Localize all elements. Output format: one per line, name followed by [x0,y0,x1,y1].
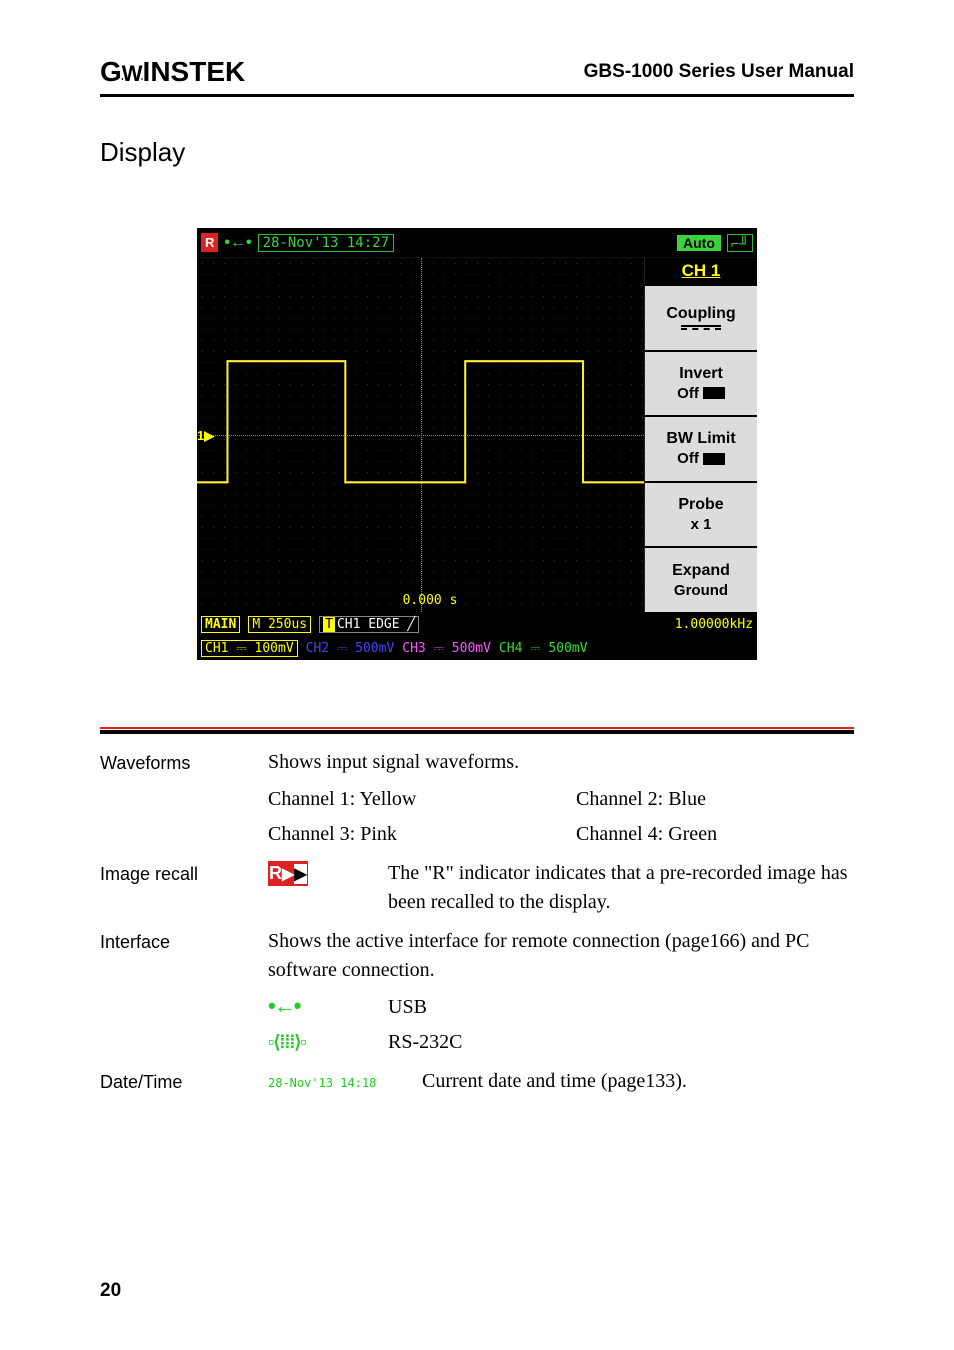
main-label: MAIN [201,616,240,633]
ch2-color: Channel 2: Blue [576,785,854,814]
rs232-icon: ▫⟨⁞⁞⁞⟩▫ [268,1032,306,1052]
datetime-sample: 28-Nov'13 14:18 [268,1076,376,1090]
usb-label: USB [388,993,427,1022]
brand-logo: GWINSTEK [100,56,245,88]
row-interface: Interface Shows the active interface for… [100,927,854,1057]
waveforms-desc: Shows input signal waveforms. [268,748,854,777]
menu-invert[interactable]: Invert Off [645,350,757,416]
trigger-label: TCH1 EDGE ╱ [319,616,419,633]
scope-top-bar: R •←• 28-Nov'13 14:27 Auto ⌐╜ [197,228,757,258]
ch3-status: CH3 ⎓ 500mV [402,641,491,656]
scope-datetime: 28-Nov'13 14:27 [258,234,394,252]
rs232-label: RS-232C [388,1028,462,1057]
page-header: GWINSTEK GBS-1000 Series User Manual [100,56,854,97]
ch1-status: CH1 ⎓ 100mV [201,640,298,657]
ch4-status: CH4 ⎓ 500mV [499,641,588,656]
waveform-grid: 1▶ 0.000 s [197,258,645,612]
r-indicator-icon: R▶▶ [268,861,308,886]
channel-side-menu: CH 1 Coupling Invert Off BW Limit Off [645,258,757,612]
toggle-off-icon [703,453,725,465]
r-badge: R [201,233,218,252]
trigger-level-icon: ⌐╜ [727,234,753,252]
menu-probe[interactable]: Probe x 1 [645,481,757,547]
time-zero-label: 0.000 s [403,593,458,608]
ch2-status: CH2 ⎓ 500mV [306,641,395,656]
side-menu-title: CH 1 [645,258,757,284]
section-heading: Display [100,137,854,168]
label-datetime: Date/Time [100,1067,268,1096]
coupling-icon [681,325,721,330]
label-interface: Interface [100,927,268,1057]
interface-desc: Shows the active interface for remote co… [268,927,854,985]
menu-bw-limit[interactable]: BW Limit Off [645,415,757,481]
usb-icon: •←• [224,234,251,252]
image-recall-desc: The "R" indicator indicates that a pre-r… [388,859,854,917]
manual-title: GBS-1000 Series User Manual [584,61,854,83]
menu-coupling[interactable]: Coupling [645,284,757,350]
label-image-recall: Image recall [100,859,268,917]
timebase-label: M 250us [248,616,311,633]
table-divider [100,730,854,734]
row-datetime: Date/Time 28-Nov'13 14:18 Current date a… [100,1067,854,1096]
menu-expand[interactable]: Expand Ground [645,546,757,612]
scope-bottom-bar: MAIN M 250us TCH1 EDGE ╱ 1.00000kHz CH1 … [197,612,757,660]
oscilloscope-screenshot: R •←• 28-Nov'13 14:27 Auto ⌐╜ 1▶ 0.000 s [100,228,854,660]
label-waveforms: Waveforms [100,748,268,849]
row-waveforms: Waveforms Shows input signal waveforms. … [100,748,854,849]
toggle-off-icon [703,387,725,399]
ch1-color: Channel 1: Yellow [268,785,546,814]
ch3-color: Channel 3: Pink [268,820,546,849]
datetime-desc: Current date and time (page133). [422,1067,687,1096]
waveform-trace [197,357,644,484]
row-image-recall: Image recall R▶▶ The "R" indicator indic… [100,859,854,917]
usb-icon: •←• [268,993,299,1018]
auto-badge: Auto [677,235,721,251]
ch4-color: Channel 4: Green [576,820,854,849]
frequency-label: 1.00000kHz [675,617,753,632]
page-number: 20 [100,1280,121,1302]
